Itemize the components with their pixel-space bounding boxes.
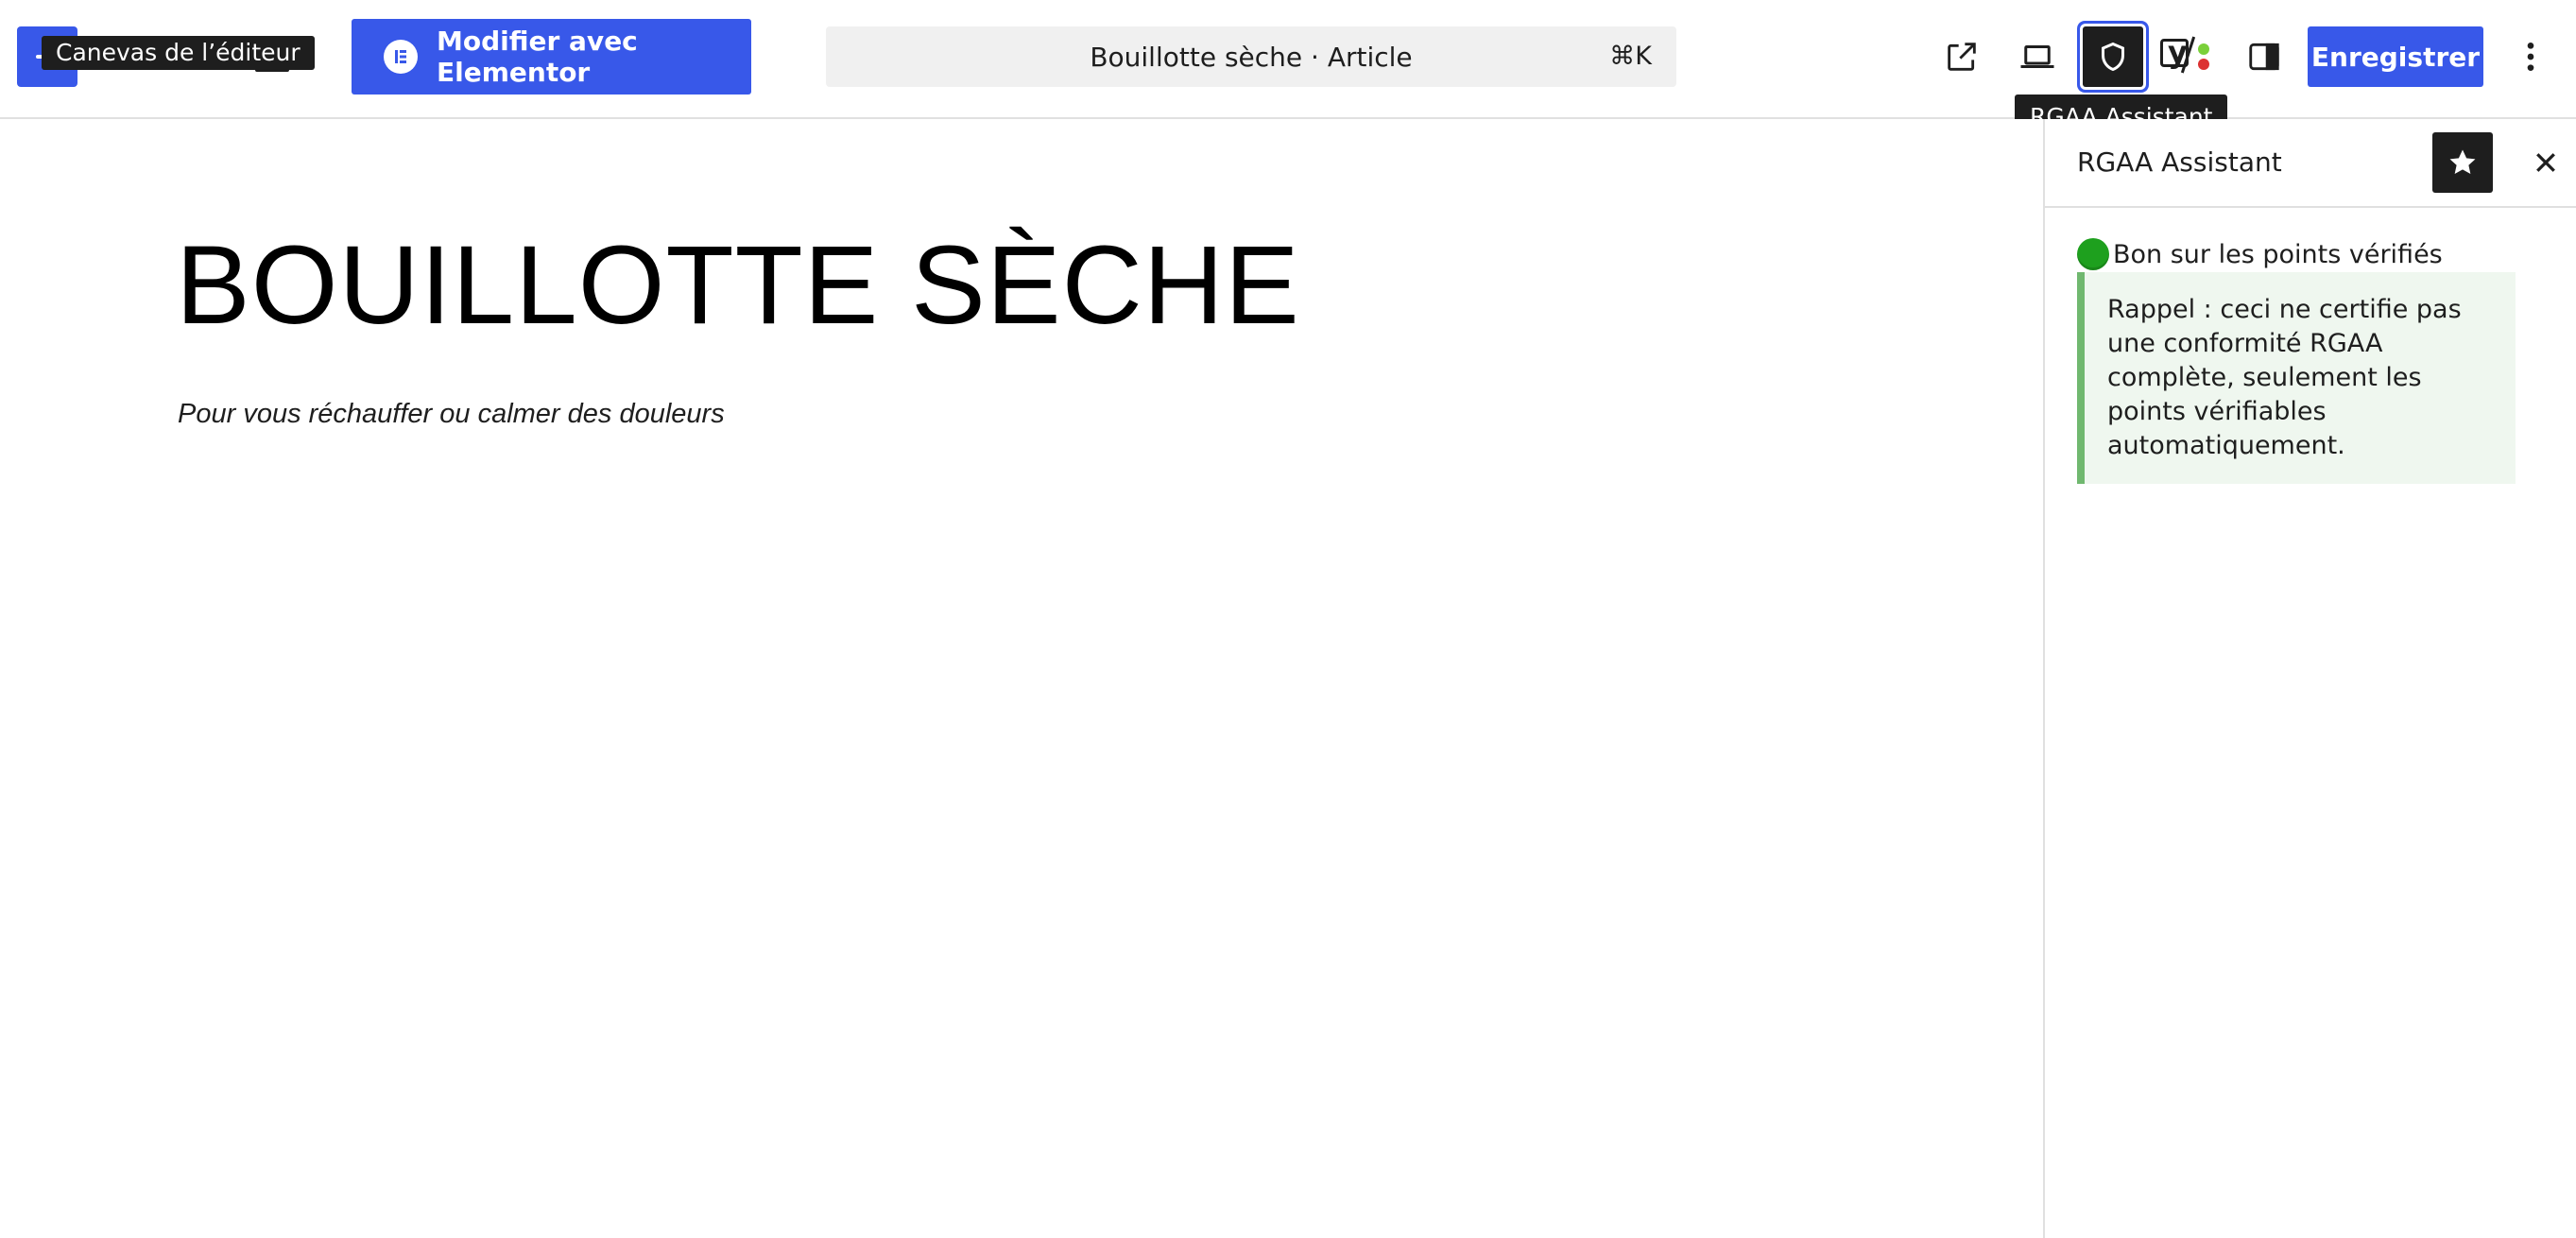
pin-sidebar-button[interactable] — [2432, 132, 2493, 193]
editor-canvas[interactable]: BOUILLOTTE SÈCHE Pour vous réchauffer ou… — [0, 119, 2043, 1238]
options-menu-button[interactable] — [2500, 26, 2561, 87]
close-icon — [2536, 153, 2555, 172]
post-title[interactable]: BOUILLOTTE SÈCHE — [176, 219, 1300, 353]
post-excerpt[interactable]: Pour vous réchauffer ou calmer des doule… — [178, 399, 725, 430]
rgaa-assistant-button[interactable] — [2083, 26, 2143, 87]
canvas-tooltip: Canevas de l’éditeur — [42, 36, 315, 70]
settings-button[interactable] — [2234, 26, 2294, 87]
preview-button[interactable] — [2007, 26, 2068, 87]
editor-app: Canevas de l’éditeur Modifier avec Eleme… — [0, 0, 2576, 1238]
sidebar-title: RGAA Assistant — [2077, 146, 2282, 178]
yoast-icon: y — [2158, 26, 2219, 87]
external-link-icon — [1948, 43, 1976, 71]
keyboard-shortcut: ⌘K — [1609, 42, 1652, 71]
editor-header: Canevas de l’éditeur Modifier avec Eleme… — [0, 0, 2576, 140]
star-icon — [2449, 149, 2476, 175]
status-indicator-icon — [2077, 238, 2109, 270]
view-post-button[interactable] — [1932, 26, 1992, 87]
status-text: Bon sur les points vérifiés — [2113, 239, 2443, 269]
edit-with-elementor-button[interactable]: Modifier avec Elementor — [352, 19, 751, 95]
command-palette-button[interactable]: Bouillotte sèche · Article ⌘K — [826, 26, 1676, 87]
rgaa-status: Bon sur les points vérifiés — [2077, 238, 2443, 270]
rgaa-notice: Rappel : ceci ne certifie pas une confor… — [2077, 272, 2516, 484]
laptop-icon — [2020, 45, 2054, 68]
more-vertical-icon — [2527, 43, 2534, 71]
edit-with-elementor-label: Modifier avec Elementor — [437, 26, 638, 88]
save-button[interactable]: Enregistrer — [2308, 26, 2483, 87]
rgaa-sidebar: RGAA Assistant Bon sur les points vérifi… — [2043, 119, 2576, 1238]
yoast-seo-button[interactable]: y — [2158, 26, 2219, 87]
elementor-logo-icon — [384, 40, 418, 74]
sidebar-panel-icon — [2249, 43, 2279, 71]
shield-icon — [2102, 42, 2124, 72]
close-sidebar-button[interactable] — [2516, 132, 2576, 193]
sidebar-header: RGAA Assistant — [2045, 119, 2576, 208]
document-title: Bouillotte sèche · Article — [1090, 41, 1413, 73]
